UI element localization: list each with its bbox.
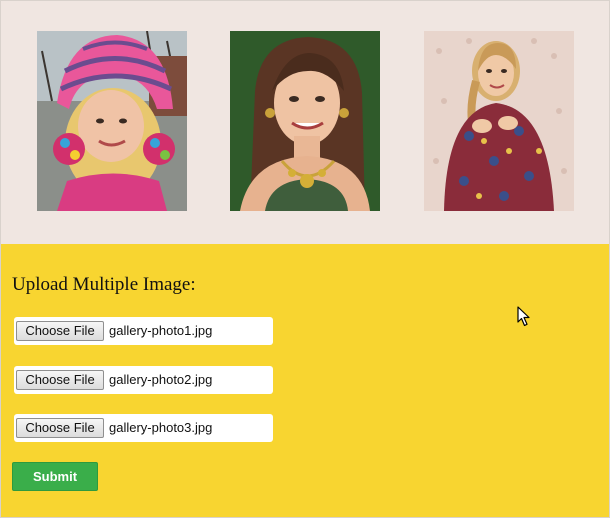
gallery-photo-3 — [424, 31, 574, 211]
submit-button[interactable]: Submit — [12, 462, 98, 491]
upload-heading: Upload Multiple Image: — [12, 274, 196, 295]
upload-form: Upload Multiple Image: Choose File galle… — [1, 244, 609, 517]
gallery-photo-2 — [230, 31, 380, 211]
file-name-1: gallery-photo1.jpg — [109, 323, 213, 338]
choose-file-button-1[interactable]: Choose File — [16, 321, 104, 341]
file-name-2: gallery-photo2.jpg — [109, 372, 213, 387]
file-input-2[interactable]: Choose File gallery-photo2.jpg — [14, 366, 273, 394]
image-gallery — [1, 1, 609, 244]
file-input-3[interactable]: Choose File gallery-photo3.jpg — [14, 414, 273, 442]
file-name-3: gallery-photo3.jpg — [109, 420, 213, 435]
page-frame: Upload Multiple Image: Choose File galle… — [0, 0, 610, 518]
gallery-photo-1 — [37, 31, 187, 211]
choose-file-button-2[interactable]: Choose File — [16, 370, 104, 390]
mouse-cursor-icon — [517, 306, 530, 327]
file-input-1[interactable]: Choose File gallery-photo1.jpg — [14, 317, 273, 345]
choose-file-button-3[interactable]: Choose File — [16, 418, 104, 438]
